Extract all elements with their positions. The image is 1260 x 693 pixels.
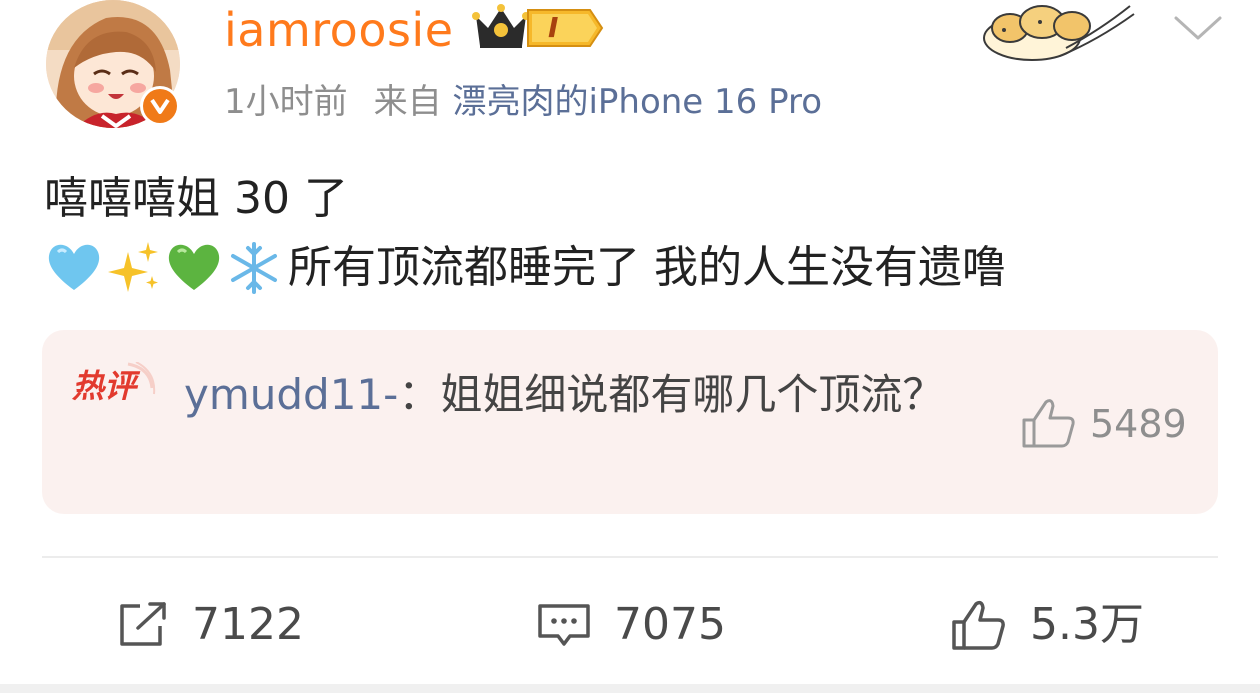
hot-comment-like-count: 5489 <box>1090 402 1187 446</box>
comment-count: 7075 <box>614 599 726 650</box>
sparkles-icon <box>108 242 158 292</box>
username[interactable]: iamroosie <box>224 2 454 58</box>
like-button[interactable]: 5.3万 <box>950 590 1144 660</box>
bottom-separator <box>0 684 1260 693</box>
post-time: 1小时前 <box>224 82 348 122</box>
hot-comment-text: ymudd11-：姐姐细说都有哪几个顶流？ <box>184 364 974 426</box>
crown-icon[interactable] <box>470 2 532 54</box>
post-meta: 1小时前 来自 漂亮肉的iPhone 16 Pro <box>224 80 822 124</box>
decoration-sticker-icon <box>980 0 1138 64</box>
repost-button[interactable]: 7122 <box>116 590 304 660</box>
divider <box>42 556 1218 558</box>
hot-comment-tag-label: 热评 <box>72 367 137 405</box>
green-heart-icon <box>168 244 220 290</box>
blue-heart-icon <box>48 244 100 290</box>
snowflake-icon <box>231 242 277 294</box>
hot-comment-user[interactable]: ymudd11- <box>184 370 398 419</box>
level-badge[interactable] <box>524 6 606 50</box>
thumbs-up-icon[interactable] <box>1020 396 1078 450</box>
like-icon <box>952 600 1005 650</box>
post-text-line-2: 所有顶流都睡完了 我的人生没有遗噜 <box>44 236 1006 300</box>
comment-button[interactable]: 7075 <box>536 590 726 660</box>
comment-icon <box>538 604 590 646</box>
hot-comment-separator: ： <box>398 370 441 419</box>
like-count: 5.3万 <box>1030 599 1144 650</box>
source-label: 来自 <box>373 82 442 122</box>
chevron-down-icon[interactable] <box>1170 8 1226 48</box>
hot-comment-body: 姐姐细说都有哪几个顶流？ <box>440 370 945 419</box>
verified-icon <box>150 98 170 114</box>
level-number: I <box>548 11 559 44</box>
repost-count: 7122 <box>192 599 304 650</box>
post-text-line-1: 嘻嘻嘻姐 30 了 <box>44 173 348 224</box>
source-link[interactable]: 漂亮肉的iPhone 16 Pro <box>452 82 822 122</box>
post-text-main: 所有顶流都睡完了 我的人生没有遗噜 <box>288 242 1006 293</box>
verified-badge <box>140 86 180 126</box>
repost-icon <box>120 602 166 646</box>
